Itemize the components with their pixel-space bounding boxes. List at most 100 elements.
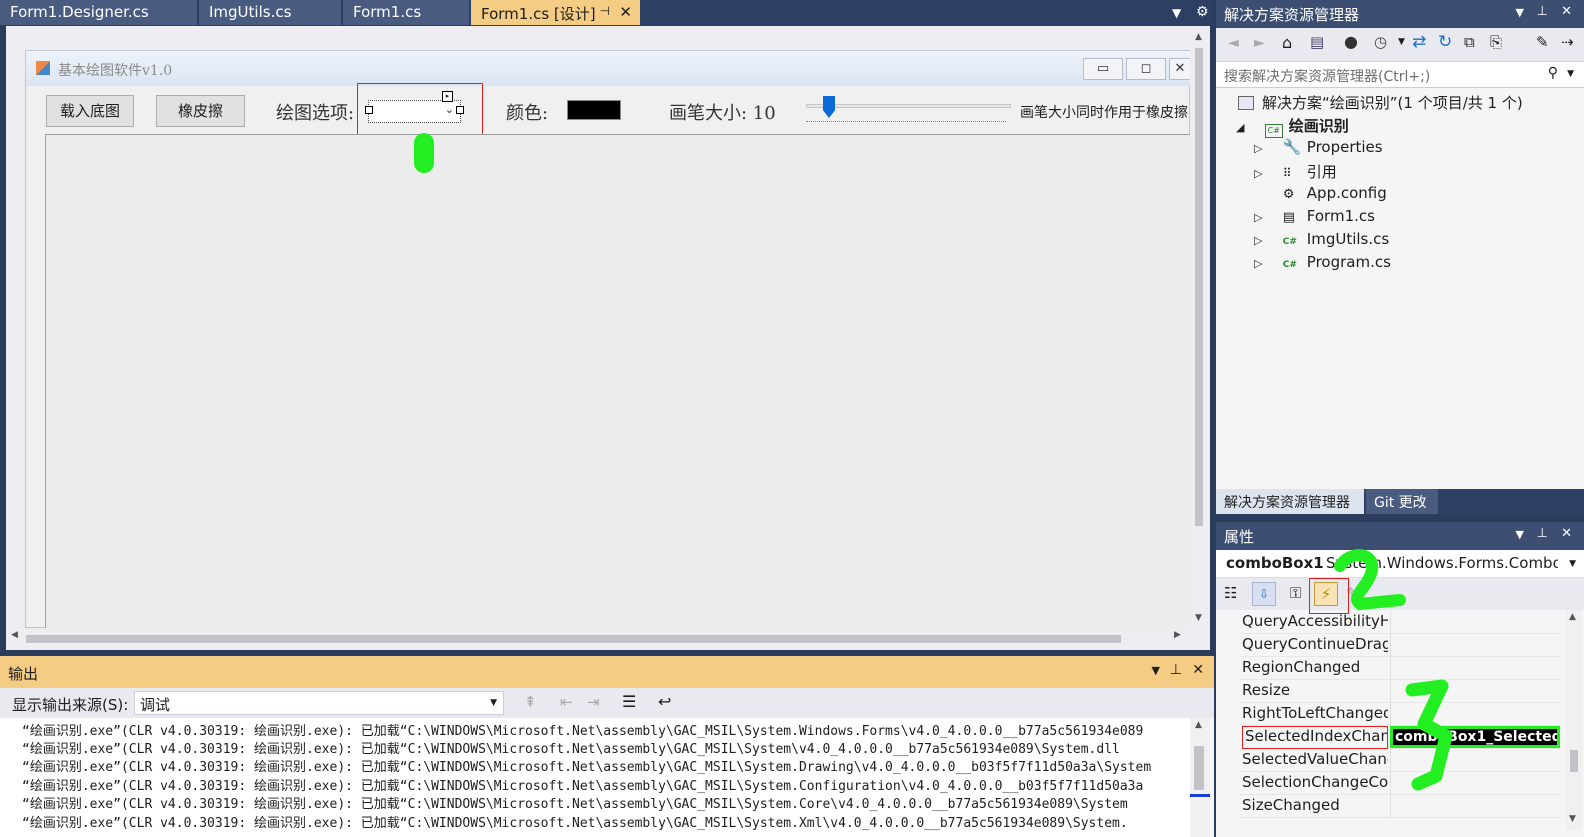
property-value[interactable] (1390, 772, 1560, 794)
preview-icon[interactable]: ⇢ (1561, 33, 1574, 51)
property-value[interactable] (1390, 611, 1560, 633)
properties-scrollbar[interactable]: ▲ ▼ (1566, 610, 1582, 830)
designer-vertical-scrollbar[interactable]: ▲ ▼ (1190, 26, 1210, 630)
back-icon[interactable]: ◄ (1228, 35, 1239, 51)
tree-item-appconfig[interactable]: ⚙ App.config (1254, 184, 1387, 202)
color-swatch[interactable] (567, 100, 621, 120)
solution-search-input[interactable]: 搜索解决方案资源管理器(Ctrl+;) ⚲ ▼ (1216, 62, 1584, 88)
property-value[interactable] (1390, 634, 1560, 656)
scroll-down-icon[interactable]: ▼ (1195, 613, 1202, 623)
tree-item-program[interactable]: ▷ C# Program.cs (1254, 253, 1391, 271)
panel-menu-icon[interactable]: ▼ (1516, 528, 1524, 541)
property-value[interactable] (1390, 795, 1560, 817)
property-row[interactable]: SizeChanged (1240, 795, 1560, 818)
collapsed-arrow-icon[interactable]: ▷ (1254, 167, 1268, 180)
output-scrollbar[interactable]: ▲ (1190, 718, 1210, 837)
pin-icon[interactable]: ⊥ (1537, 526, 1548, 541)
minimize-icon[interactable]: ▭ (1083, 58, 1123, 80)
collapsed-arrow-icon[interactable]: ▷ (1254, 142, 1268, 155)
property-row[interactable]: QueryAccessibilityHelp (1240, 611, 1560, 634)
property-row[interactable]: SelectionChangeCommitted (1240, 772, 1560, 795)
property-row-selected-index-changed[interactable]: SelectedIndexChanged comboBox1_SelectedI… (1240, 726, 1560, 749)
clear-all-icon[interactable]: ☰ (622, 692, 636, 711)
property-row[interactable]: SelectedValueChanged (1240, 749, 1560, 772)
event-handler-value[interactable]: comboBox1_SelectedIndexChanged (1390, 726, 1560, 748)
alphabetical-icon[interactable]: ⇩ (1252, 582, 1276, 606)
pin-icon[interactable]: ⊥ (1537, 4, 1548, 19)
maximize-icon[interactable]: ◻ (1126, 58, 1166, 80)
scroll-right-icon[interactable]: ▶ (1174, 630, 1181, 640)
pin-icon[interactable]: ⊥ (1170, 662, 1182, 678)
sync-icon[interactable]: ⇄ (1412, 32, 1426, 52)
scroll-thumb[interactable] (26, 635, 1121, 643)
close-icon[interactable]: ✕ (619, 3, 632, 21)
chevron-down-icon[interactable]: ▼ (1567, 69, 1574, 79)
close-icon[interactable]: ✕ (1561, 4, 1572, 19)
switch-view-icon[interactable]: ▤ (1310, 33, 1324, 51)
property-value[interactable] (1390, 657, 1560, 679)
tree-item-properties[interactable]: ▷ 🔧 Properties (1254, 138, 1383, 156)
pin-icon[interactable]: ⊣ (600, 4, 610, 18)
wrench-icon[interactable]: ✎ (1536, 33, 1549, 51)
tree-item-imgutils[interactable]: ▷ C# ImgUtils.cs (1254, 230, 1389, 248)
show-all-icon[interactable]: ⎘ (1490, 33, 1502, 51)
load-image-button[interactable]: 载入底图 (46, 95, 134, 127)
gear-icon[interactable]: ⚙ (1196, 4, 1209, 20)
history-icon[interactable]: ◷ (1374, 33, 1387, 51)
tree-item-form1[interactable]: ▷ ▤ Form1.cs (1254, 207, 1375, 225)
tree-item-project[interactable]: ◢ C# 绘画识别 (1236, 115, 1349, 138)
object-selector[interactable]: comboBox1 System.Windows.Forms.ComboBox … (1216, 550, 1584, 578)
scroll-thumb[interactable] (1195, 48, 1203, 526)
forward-icon[interactable]: ► (1254, 35, 1265, 51)
property-value[interactable] (1390, 703, 1560, 725)
eraser-button[interactable]: 橡皮擦 (156, 95, 245, 127)
output-source-select[interactable]: 调试 ▼ (134, 691, 504, 715)
goto-previous-icon[interactable]: ⇞ (524, 693, 537, 711)
chevron-down-icon[interactable]: ▼ (1398, 37, 1405, 47)
scroll-down-icon[interactable]: ▼ (1569, 814, 1576, 824)
scroll-left-icon[interactable]: ◀ (11, 630, 18, 640)
globe-icon[interactable]: ● (1344, 32, 1358, 51)
properties-icon[interactable]: ⚿ (1290, 584, 1301, 602)
scroll-up-icon[interactable]: ▲ (1195, 720, 1202, 730)
close-icon[interactable]: ✕ (1169, 58, 1191, 80)
panel-menu-icon[interactable]: ▼ (1516, 6, 1524, 19)
output-text-area[interactable]: “绘画识别.exe”(CLR v4.0.30319: 绘画识别.exe): 已加… (0, 718, 1190, 837)
home-icon[interactable]: ⌂ (1282, 33, 1292, 52)
scroll-up-icon[interactable]: ▲ (1195, 32, 1202, 42)
tab-form1-designer[interactable]: Form1.Designer.cs (0, 0, 198, 25)
property-row[interactable]: Resize (1240, 680, 1560, 703)
collapse-icon[interactable]: ⧉ (1464, 33, 1475, 51)
tab-form1-design[interactable]: Form1.cs [设计] ⊣ ✕ (471, 0, 641, 25)
tab-imgutils[interactable]: ImgUtils.cs (199, 0, 342, 25)
search-icon[interactable]: ⚲ (1548, 65, 1558, 81)
property-row[interactable]: RightToLeftChanged (1240, 703, 1560, 726)
expanded-arrow-icon[interactable]: ◢ (1236, 121, 1250, 134)
categorized-icon[interactable]: ☷ (1224, 584, 1237, 602)
collapsed-arrow-icon[interactable]: ▷ (1254, 257, 1268, 270)
scroll-thumb[interactable] (1194, 746, 1204, 790)
property-value[interactable] (1390, 749, 1560, 771)
drawing-canvas[interactable] (45, 134, 1191, 629)
tree-item-references[interactable]: ▷ ⠿ 引用 (1254, 161, 1337, 182)
tab-dropdown-icon[interactable]: ▼ (1172, 6, 1181, 20)
collapsed-arrow-icon[interactable]: ▷ (1254, 234, 1268, 247)
tab-solution-explorer[interactable]: 解决方案资源管理器 (1216, 489, 1364, 514)
refresh-icon[interactable]: ↻ (1438, 32, 1452, 52)
pen-size-slider-thumb[interactable] (823, 96, 835, 118)
goto-next-message-icon[interactable]: ⇥ (587, 693, 600, 711)
property-row[interactable]: QueryContinueDrag (1240, 634, 1560, 657)
tree-item-solution[interactable]: 解决方案“绘画识别”(1 个项目/共 1 个) (1238, 92, 1523, 113)
close-icon[interactable]: ✕ (1192, 662, 1204, 678)
panel-menu-icon[interactable]: ▼ (1152, 664, 1160, 677)
designer-horizontal-scrollbar[interactable]: ◀ ▶ (6, 628, 1190, 648)
word-wrap-icon[interactable]: ↩ (658, 692, 671, 711)
property-row[interactable]: RegionChanged (1240, 657, 1560, 680)
scroll-thumb[interactable] (1570, 750, 1578, 772)
property-value[interactable] (1390, 680, 1560, 702)
tab-form1-cs[interactable]: Form1.cs (343, 0, 470, 25)
form-window[interactable]: 基本绘图软件v1.0 ▭ ◻ ✕ 载入底图 橡皮擦 绘图选项: ⌄ ▸ 颜色: … (25, 50, 1191, 629)
close-icon[interactable]: ✕ (1561, 526, 1572, 541)
pen-size-track[interactable] (806, 104, 1011, 108)
tab-git-changes[interactable]: Git 更改 (1366, 489, 1438, 514)
